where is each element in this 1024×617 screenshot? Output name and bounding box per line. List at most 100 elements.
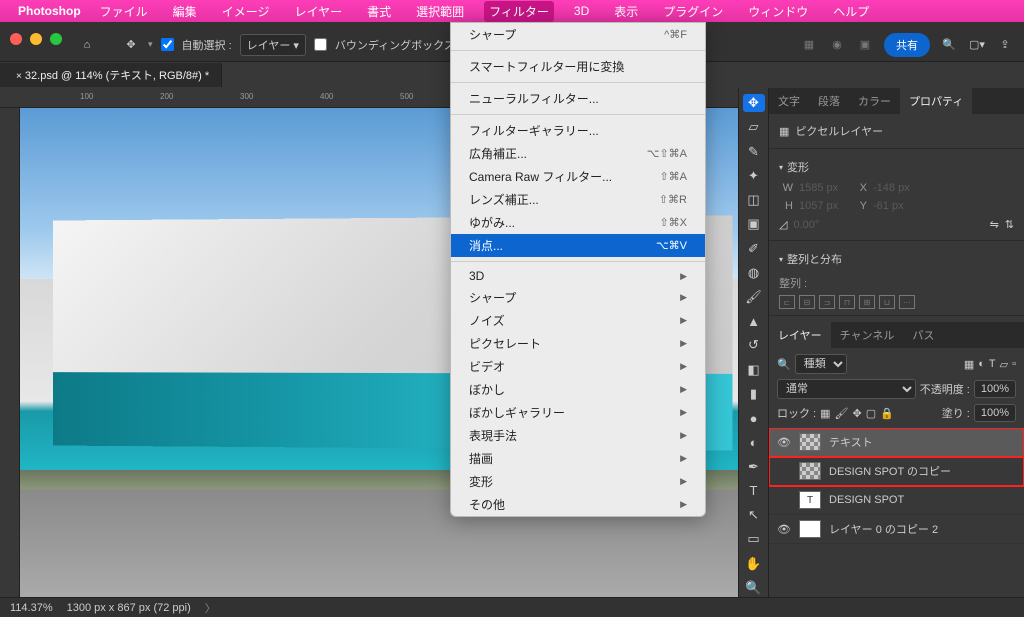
layer-row[interactable]: 👁 テキスト [769,428,1024,457]
layer-filter-kind[interactable]: 種類 [795,354,847,374]
dd-convert-smart[interactable]: スマートフィルター用に変換 [451,55,705,78]
history-brush-tool[interactable]: ↺ [743,336,765,354]
y-input[interactable] [873,200,921,212]
align-header[interactable]: ▾整列と分布 [779,247,1014,271]
layer-thumbnail[interactable] [799,433,821,451]
align-bottom[interactable]: ⊔ [879,295,895,309]
menu-plugins[interactable]: プラグイン [658,1,728,22]
dd-render[interactable]: 描画▶ [451,447,705,470]
dodge-tool[interactable]: ◐ [743,433,765,451]
filter-type-icon[interactable]: T [989,358,996,370]
filter-shape-icon[interactable]: ▱ [1000,358,1008,371]
share-button[interactable]: 共有 [884,33,930,57]
dd-vanishing-point[interactable]: 消点...⌥⌘V [451,234,705,257]
menu-help[interactable]: ヘルプ [828,1,874,22]
angle-input[interactable] [793,219,841,231]
stamp-tool[interactable]: ▲ [743,312,765,330]
blur-tool[interactable]: ● [743,409,765,427]
x-input[interactable] [873,182,921,194]
dd-stylize[interactable]: 表現手法▶ [451,424,705,447]
menu-edit[interactable]: 編集 [168,1,202,22]
close-tab-icon[interactable]: × [16,71,22,82]
camera-icon[interactable]: ▣ [856,36,874,54]
align-center-v[interactable]: ⊞ [859,295,875,309]
layer-thumbnail[interactable] [799,462,821,480]
dd-lens-correction[interactable]: レンズ補正...⇧⌘R [451,188,705,211]
dd-sharpen-last[interactable]: シャープ^⌘F [451,23,705,46]
visibility-toggle[interactable]: 👁 [777,523,791,536]
artboard-tool[interactable]: ▱ [743,118,765,136]
path-tool[interactable]: ↖ [743,506,765,524]
align-icon[interactable]: ▦ [800,36,818,54]
dd-3d[interactable]: 3D▶ [451,266,705,286]
flip-h-icon[interactable]: ⇋ [990,218,999,231]
align-left[interactable]: ⊏ [779,295,795,309]
height-input[interactable] [799,200,847,212]
lock-move-icon[interactable]: ✥ [853,407,862,420]
dd-wide-angle[interactable]: 広角補正...⌥⇧⌘A [451,142,705,165]
menu-type[interactable]: 書式 [362,1,396,22]
menu-3d[interactable]: 3D [569,2,594,20]
move-tool[interactable]: ✥ [743,94,765,112]
shape-tool[interactable]: ▭ [743,530,765,548]
document-tab[interactable]: × 32.psd @ 114% (テキスト, RGB/8#) * [0,63,222,87]
filter-smart-icon[interactable]: ▫ [1012,358,1016,370]
home-icon[interactable]: ⌂ [78,36,96,54]
tab-character[interactable]: 文字 [769,88,809,114]
tab-channels[interactable]: チャンネル [831,322,904,348]
dd-camera-raw[interactable]: Camera Raw フィルター...⇧⌘A [451,165,705,188]
layer-row[interactable]: T DESIGN SPOT [769,486,1024,515]
menu-filter[interactable]: フィルター [484,1,554,22]
transform-header[interactable]: ▾変形 [779,155,1014,179]
lock-artboard-icon[interactable]: ▢ [866,407,876,420]
layer-row[interactable]: 👁 レイヤー 0 のコピー 2 [769,515,1024,544]
dd-distort[interactable]: 変形▶ [451,470,705,493]
hand-tool[interactable]: ✋ [743,554,765,572]
dd-neural[interactable]: ニューラルフィルター... [451,87,705,110]
auto-select-target[interactable]: レイヤー ▾ [240,34,306,56]
layer-thumbnail[interactable]: T [799,491,821,509]
menu-file[interactable]: ファイル [95,1,153,22]
lock-all-icon[interactable]: 🔒 [880,407,894,420]
bounding-box-checkbox[interactable] [314,38,327,51]
align-center-h[interactable]: ⊟ [799,295,815,309]
tab-layers[interactable]: レイヤー [769,322,831,348]
visibility-toggle[interactable]: 👁 [777,436,791,449]
dd-blur[interactable]: ぼかし▶ [451,378,705,401]
align-more[interactable]: ⋯ [899,295,915,309]
gradient-tool[interactable]: ▮ [743,385,765,403]
blend-mode[interactable]: 通常 [777,379,916,399]
lock-pixels-icon[interactable]: ▦ [820,407,830,420]
menu-image[interactable]: イメージ [217,1,275,22]
zoom-tool[interactable]: 🔍 [743,579,765,597]
width-input[interactable] [799,182,847,194]
healing-tool[interactable]: ◍ [743,264,765,282]
pen-tool[interactable]: ✒ [743,458,765,476]
app-name[interactable]: Photoshop [18,4,81,18]
ruler-vertical[interactable] [0,108,20,597]
zoom-window[interactable] [50,33,62,45]
eraser-tool[interactable]: ◧ [743,361,765,379]
layer-row[interactable]: DESIGN SPOT のコピー [769,457,1024,486]
layer-thumbnail[interactable] [799,520,821,538]
lock-brush-icon[interactable]: 🖌 [835,407,849,420]
filter-icon[interactable]: 🔍 [777,358,791,371]
move-tool-icon[interactable]: ✥ [122,36,140,54]
eyedropper-tool[interactable]: ✐ [743,239,765,257]
fill-value[interactable]: 100% [974,404,1016,422]
tab-color[interactable]: カラー [849,88,900,114]
auto-select-checkbox[interactable] [161,38,174,51]
type-tool[interactable]: T [743,482,765,500]
dd-blur-gallery[interactable]: ぼかしギャラリー▶ [451,401,705,424]
search-icon[interactable]: 🔍 [940,36,958,54]
upload-icon[interactable]: ⇪ [996,36,1014,54]
menu-layer[interactable]: レイヤー [289,1,347,22]
dd-noise[interactable]: ノイズ▶ [451,309,705,332]
zoom-level[interactable]: 114.37% [10,602,53,614]
align-right[interactable]: ⊐ [819,295,835,309]
brush-tool[interactable]: 🖌 [743,288,765,306]
dd-other[interactable]: その他▶ [451,493,705,516]
align-top[interactable]: ⊓ [839,295,855,309]
dd-pixelate[interactable]: ピクセレート▶ [451,332,705,355]
workspace-icon[interactable]: ▢▾ [968,36,986,54]
